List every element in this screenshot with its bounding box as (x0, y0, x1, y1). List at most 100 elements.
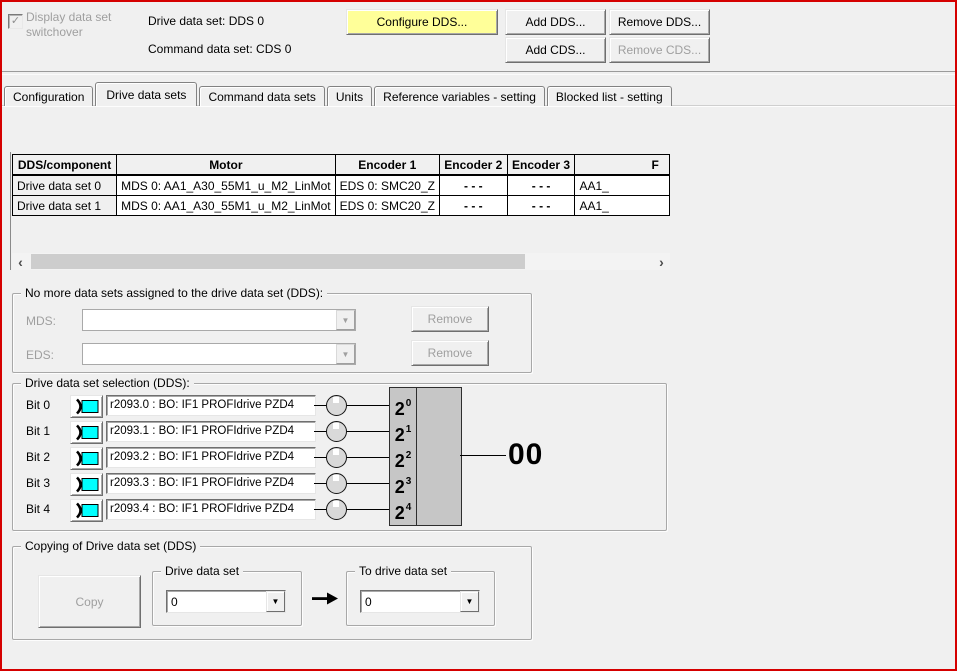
wire (347, 405, 389, 406)
dds-selection-title: Drive data set selection (DDS): (21, 376, 194, 390)
table-cell: AA1_ (574, 195, 670, 216)
bit-label: Bit 1 (26, 424, 51, 438)
power-of-two-label: 23 (394, 476, 412, 497)
configure-dds-button[interactable]: Configure DDS... (346, 9, 498, 35)
copy-to-arrow-icon[interactable]: ▼ (460, 591, 479, 612)
bit-signal-field[interactable]: r2093.2 : BO: IF1 PROFIdrive PZD4 (106, 447, 316, 468)
dds-component-table: DDS/component Motor Encoder 1 Encoder 2 Enco… (11, 154, 670, 216)
eds-label: EDS: (26, 348, 55, 362)
copy-from-value: 0 (171, 594, 178, 609)
table-cell: EDS 0: SMC20_Z (334, 174, 440, 196)
tab-command-data-sets[interactable]: Command data sets (199, 86, 325, 106)
column-header: Encoder 3 (506, 154, 576, 176)
binector-node-icon (326, 499, 347, 520)
node-notch (333, 501, 339, 507)
bico-interconnect-icon[interactable] (70, 473, 103, 496)
summing-block-divider (416, 388, 417, 525)
binector-node-icon (326, 473, 347, 494)
column-header: Motor (116, 154, 336, 176)
add-dds-button[interactable]: Add DDS... (505, 9, 606, 35)
mds-label: MDS: (26, 314, 56, 328)
command-data-set-status: Command data set: CDS 0 (148, 42, 292, 56)
wire (314, 457, 326, 458)
display-dataset-switchover-label: Display data set switchover (26, 10, 112, 39)
remove-dds-button[interactable]: Remove DDS... (609, 9, 710, 35)
bit-row-4: Bit 4 r2093.4 : BO: IF1 PROFIdrive PZD4 (14, 499, 664, 522)
scroll-left-icon[interactable]: ‹ (12, 253, 29, 270)
eds-combobox-arrow-icon: ▼ (336, 344, 355, 364)
bit-signal-field[interactable]: r2093.4 : BO: IF1 PROFIdrive PZD4 (106, 499, 316, 520)
copy-button: Copy (38, 575, 141, 628)
table-row: Drive data set 1 MDS 0: AA1_A30_55M1_u_M2… (11, 195, 670, 216)
wire (347, 509, 389, 510)
column-header: DDS/component (11, 154, 118, 176)
copy-to-value: 0 (365, 594, 372, 609)
dds-output-value: 00 (508, 438, 544, 471)
tab-strip: Configuration Drive data sets Command data… (4, 82, 674, 106)
remove-eds-button: Remove (411, 340, 489, 366)
bit-row-0: Bit 0 r2093.0 : BO: IF1 PROFIdrive PZD4 (14, 395, 664, 418)
row-header-cell[interactable]: Drive data set 0 (11, 174, 118, 196)
power-of-two-label: 22 (394, 450, 412, 471)
wire (314, 431, 326, 432)
output-wire (460, 455, 506, 456)
bit-signal-field[interactable]: r2093.1 : BO: IF1 PROFIdrive PZD4 (106, 421, 316, 442)
power-of-two-label: 21 (394, 424, 412, 445)
copy-to-combobox[interactable]: 0 ▼ (360, 590, 480, 613)
display-dataset-switchover-checkbox: ✓ (8, 14, 23, 29)
table-cell: AA1_ (574, 174, 670, 196)
copy-from-combobox[interactable]: 0 ▼ (166, 590, 286, 613)
wire (314, 405, 326, 406)
power-of-two-label: 20 (394, 398, 412, 419)
tab-drive-data-sets[interactable]: Drive data sets (95, 82, 198, 106)
wire (347, 457, 389, 458)
row-header-cell[interactable]: Drive data set 1 (11, 195, 118, 216)
bit-row-2: Bit 2 r2093.2 : BO: IF1 PROFIdrive PZD4 (14, 447, 664, 470)
remove-cds-button: Remove CDS... (609, 37, 710, 63)
table-cell: - - - (438, 195, 508, 216)
add-cds-button[interactable]: Add CDS... (505, 37, 606, 63)
tab-configuration[interactable]: Configuration (4, 86, 94, 106)
power-of-two-label: 24 (394, 502, 412, 523)
bit-label: Bit 0 (26, 398, 51, 412)
binector-node-icon (326, 395, 347, 416)
table-header-row: DDS/component Motor Encoder 1 Encoder 2 Enco… (11, 154, 670, 176)
tab-units[interactable]: Units (326, 86, 373, 106)
column-header: Encoder 2 (438, 154, 508, 176)
tab-blocked-list-setting[interactable]: Blocked list - setting (546, 86, 672, 106)
node-notch (333, 449, 339, 455)
column-header: Encoder 1 (334, 154, 440, 176)
horizontal-scrollbar[interactable]: ‹ › (12, 253, 670, 270)
table-row: Drive data set 0 MDS 0: AA1_A30_55M1_u_M2… (11, 174, 670, 196)
wire (347, 483, 389, 484)
bit-signal-field[interactable]: r2093.3 : BO: IF1 PROFIdrive PZD4 (106, 473, 316, 494)
tab-reference-variables-setting[interactable]: Reference variables - setting (374, 86, 545, 106)
bit-label: Bit 2 (26, 450, 51, 464)
table-cell: MDS 0: AA1_A30_55M1_u_M2_LinMot (116, 174, 336, 196)
top-panel-divider (2, 71, 955, 75)
table-body: Drive data set 0 MDS 0: AA1_A30_55M1_u_M2… (11, 174, 670, 216)
column-header: F (574, 154, 670, 176)
scroll-right-icon[interactable]: › (653, 253, 670, 270)
summing-block: 20 21 22 23 24 (389, 387, 462, 526)
dds-settings-screen: ✓ Display data set switchover Drive data… (0, 0, 957, 671)
bico-interconnect-icon[interactable] (70, 447, 103, 470)
bico-interconnect-icon[interactable] (70, 499, 103, 522)
bit-row-3: Bit 3 r2093.3 : BO: IF1 PROFIdrive PZD4 (14, 473, 664, 496)
scrollbar-thumb[interactable] (31, 254, 525, 269)
bit-label: Bit 3 (26, 476, 51, 490)
drive-data-set-status: Drive data set: DDS 0 (148, 14, 265, 28)
bico-interconnect-icon[interactable] (70, 395, 103, 418)
table-cell: - - - (506, 174, 576, 196)
bit-label: Bit 4 (26, 502, 51, 516)
table-cell: MDS 0: AA1_A30_55M1_u_M2_LinMot (116, 195, 336, 216)
eds-combobox: ▼ (82, 343, 356, 365)
bico-interconnect-icon[interactable] (70, 421, 103, 444)
copy-from-arrow-icon[interactable]: ▼ (266, 591, 285, 612)
unassigned-group-title: No more data sets assigned to the drive … (21, 286, 328, 300)
copy-group-title: Copying of Drive data set (DDS) (21, 539, 201, 553)
node-notch (333, 397, 339, 403)
table-cell: - - - (438, 174, 508, 196)
bit-signal-field[interactable]: r2093.0 : BO: IF1 PROFIdrive PZD4 (106, 395, 316, 416)
copy-direction-arrow-icon (312, 592, 338, 605)
